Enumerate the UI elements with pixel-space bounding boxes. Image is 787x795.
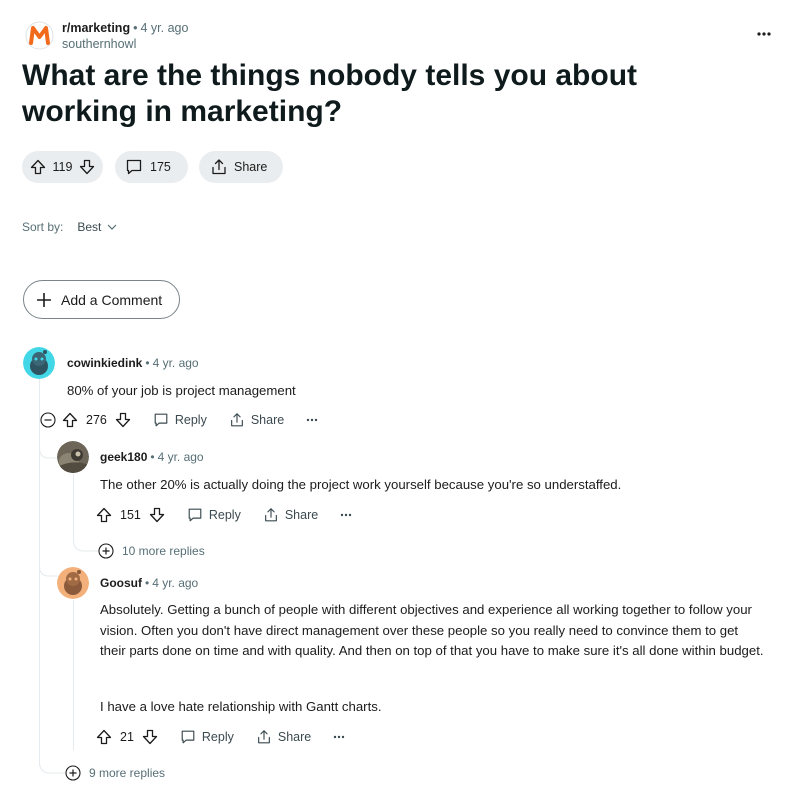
comment-body: Absolutely. Getting a bunch of people wi…: [100, 602, 764, 658]
comment-body-paragraph-2: I have a love hate relationship with Gan…: [100, 699, 382, 714]
plus-icon: [35, 291, 53, 309]
comment-username[interactable]: Goosuf: [100, 576, 142, 590]
comment-age: 4 yr. ago: [152, 356, 199, 370]
comment-meta: cowinkiedink • 4 yr. ago: [67, 356, 199, 370]
upvote-icon[interactable]: [62, 412, 78, 428]
avatar[interactable]: [57, 441, 89, 473]
more-options-icon[interactable]: [340, 513, 352, 517]
comments-button[interactable]: 175: [115, 151, 188, 183]
comment-username[interactable]: geek180: [100, 450, 147, 464]
downvote-icon[interactable]: [142, 729, 158, 745]
post-age: 4 yr. ago: [140, 21, 189, 35]
more-replies-button[interactable]: 9 more replies: [65, 765, 165, 781]
comment-meta: Goosuf • 4 yr. ago: [100, 576, 199, 590]
subreddit-name[interactable]: r/marketing: [62, 21, 130, 35]
thread-connector: [39, 752, 65, 774]
reply-label: Reply: [174, 413, 207, 427]
reply-button[interactable]: Reply: [153, 412, 207, 428]
comment-actions: 276 Reply Share: [40, 412, 318, 428]
post-vote-pill: 119: [22, 151, 103, 183]
upvote-icon[interactable]: [30, 159, 46, 175]
share-button[interactable]: Share: [229, 412, 284, 428]
share-icon: [210, 158, 228, 176]
share-icon: [263, 507, 279, 523]
chevron-down-icon: [107, 224, 117, 230]
comment-username[interactable]: cowinkiedink: [67, 356, 142, 370]
post-author[interactable]: southernhowl: [62, 37, 136, 51]
comment-score: 21: [120, 730, 134, 744]
collapse-icon[interactable]: [40, 412, 56, 428]
share-label: Share: [284, 508, 319, 522]
sort-row: Sort by: Best: [22, 220, 117, 234]
subreddit-logo[interactable]: [25, 21, 54, 50]
upvote-icon[interactable]: [96, 507, 112, 523]
more-options-icon[interactable]: [333, 735, 345, 739]
comment-icon: [180, 729, 196, 745]
comment-icon: [187, 507, 203, 523]
comment-score: 276: [86, 413, 107, 427]
thread-line-goosuf[interactable]: [73, 600, 74, 750]
reply-label: Reply: [208, 508, 241, 522]
comment-body: 80% of your job is project management: [67, 383, 296, 398]
reply-button[interactable]: Reply: [180, 729, 234, 745]
avatar[interactable]: [57, 567, 89, 599]
post-meta: r/marketing • 4 yr. ago: [62, 21, 189, 35]
downvote-icon[interactable]: [115, 412, 131, 428]
share-label: Share: [277, 730, 312, 744]
more-replies-label: 9 more replies: [89, 766, 166, 780]
comment-body: The other 20% is actually doing the proj…: [100, 477, 622, 492]
post-title: What are the things nobody tells you abo…: [22, 59, 638, 128]
reply-label: Reply: [201, 730, 234, 744]
expand-plus-icon: [98, 543, 114, 559]
comment-age: 4 yr. ago: [157, 450, 204, 464]
reply-button[interactable]: Reply: [187, 507, 241, 523]
reply-connector-1: [39, 445, 59, 459]
more-options-icon[interactable]: [752, 24, 776, 44]
share-label: Share: [234, 160, 268, 174]
thread-connector-geek: [73, 530, 99, 552]
share-button[interactable]: Share: [263, 507, 318, 523]
share-button[interactable]: Share: [256, 729, 311, 745]
more-options-icon[interactable]: [306, 418, 318, 422]
downvote-icon[interactable]: [149, 507, 165, 523]
share-icon: [256, 729, 272, 745]
comment-actions: 151 Reply Share: [96, 507, 352, 523]
sort-value: Best: [77, 220, 102, 234]
add-comment-label: Add a Comment: [61, 291, 163, 308]
expand-plus-icon: [65, 765, 81, 781]
share-button[interactable]: Share: [199, 151, 283, 183]
more-replies-label: 10 more replies: [122, 544, 205, 558]
thread-line-geek[interactable]: [73, 474, 74, 536]
downvote-icon[interactable]: [79, 159, 95, 175]
post-score: 119: [52, 160, 73, 174]
comment-icon: [153, 412, 169, 428]
upvote-icon[interactable]: [96, 729, 112, 745]
comment-count: 175: [150, 160, 171, 174]
comment-actions: 21 Reply Share: [96, 729, 345, 745]
avatar[interactable]: [23, 347, 55, 379]
sort-dropdown[interactable]: Best: [77, 220, 117, 234]
sort-label: Sort by:: [22, 220, 64, 234]
more-replies-button[interactable]: 10 more replies: [98, 543, 205, 559]
add-comment-button[interactable]: Add a Comment: [23, 280, 180, 319]
comment-meta: geek180 • 4 yr. ago: [100, 450, 204, 464]
share-icon: [229, 412, 245, 428]
share-label: Share: [250, 413, 285, 427]
comment-icon: [125, 158, 143, 176]
reply-connector-2: [39, 563, 59, 577]
comment-age: 4 yr. ago: [152, 576, 199, 590]
comment-score: 151: [120, 508, 141, 522]
